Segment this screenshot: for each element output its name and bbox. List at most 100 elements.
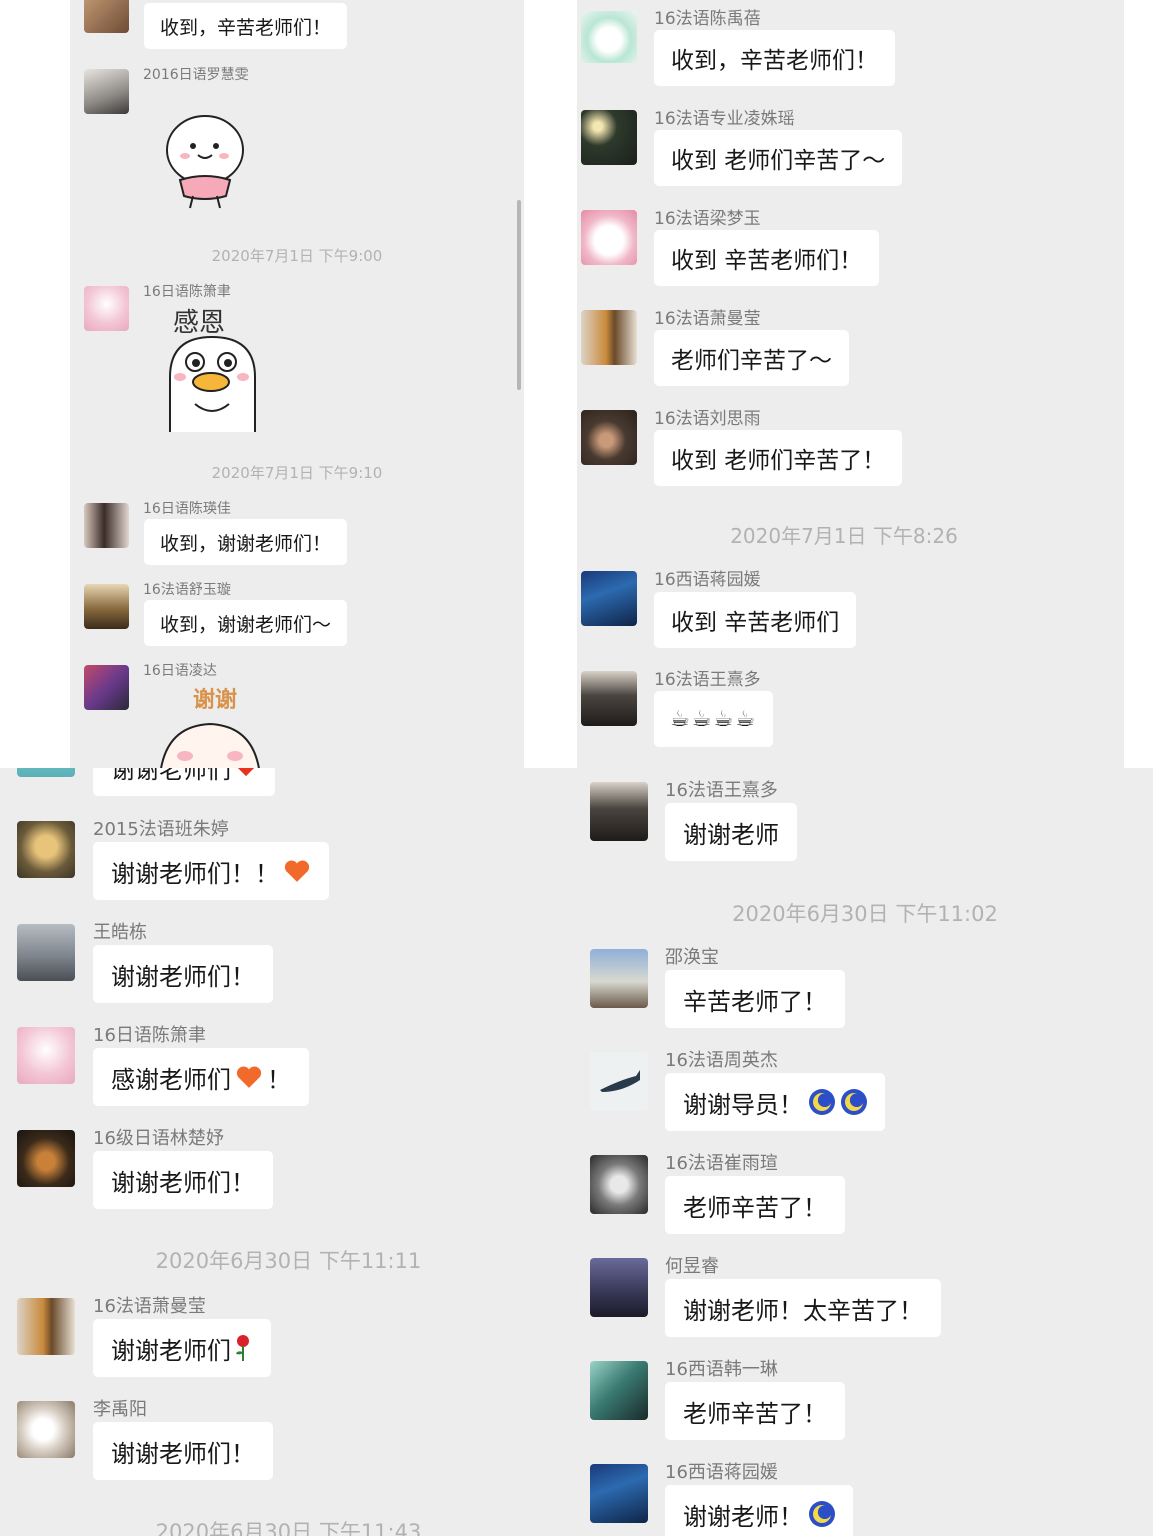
message-text: 老师们辛苦了～ [671,348,832,374]
message-text: 收到，谢谢老师们！ [160,532,332,555]
duck-icon [169,335,256,432]
message-text: 收到，谢谢老师们～ [160,613,332,636]
avatar[interactable] [590,782,648,841]
avatar[interactable] [84,0,129,33]
message-bubble[interactable]: 收到，辛苦老师们！ [654,30,895,86]
duck-sticker[interactable]: 感恩 [165,300,265,435]
message-bubble[interactable]: ☕ ☕ ☕ ☕ [654,691,773,747]
message-bubble[interactable]: 谢谢老师们 [93,768,275,796]
avatar[interactable] [17,1027,75,1084]
chat-panel-bottom-right: 16法语王熹多 谢谢老师 2020年6月30日 下午11:02 邵涣宝 辛苦老师… [577,768,1153,1536]
avatar[interactable] [590,1155,648,1214]
avatar[interactable] [84,584,129,629]
sender-name: 16日语陈瑛佳 [143,501,231,517]
whale-icon [600,1070,640,1092]
message-bubble[interactable]: 谢谢老师们！！ [93,842,329,900]
avatar[interactable] [84,665,129,710]
message-bubble[interactable]: 收到，谢谢老师们～ [144,600,348,646]
message-text: 收到 老师们辛苦了！ [671,448,886,474]
chat-panel-top-left: 收到，辛苦老师们！ 2016日语罗慧雯 2020年7月1日 下午9:00 16日… [70,0,524,768]
avatar[interactable] [17,1401,75,1458]
message-bubble[interactable]: 感谢老师们 ！ [93,1048,309,1106]
message-text-suffix: ！ [267,1065,291,1094]
sender-name: 16法语周英杰 [665,1050,778,1071]
message-bubble[interactable]: 收到，谢谢老师们！ [144,519,348,565]
message-bubble[interactable]: 收到 老师们辛苦了！ [654,430,903,486]
avatar[interactable] [17,924,75,981]
timestamp: 2020年6月30日 下午11:11 [155,1249,422,1273]
message-bubble[interactable]: 收到，辛苦老师们！ [144,3,348,49]
heart-icon [236,1066,262,1088]
message-bubble[interactable]: 收到 老师们辛苦了～ [654,130,903,186]
moon-emoji-icon [809,1089,835,1115]
avatar[interactable] [581,210,637,265]
sender-name: 16法语崔雨瑄 [665,1153,778,1174]
message-bubble[interactable]: 谢谢老师们！ [93,1151,273,1209]
coffee-cup-icon: ☕ [735,706,755,732]
sender-name: 16法语刘思雨 [654,409,761,429]
sender-name: 16日语陈箫聿 [143,284,231,300]
message-text: 老师辛苦了！ [683,1399,827,1428]
sender-name: 王皓栋 [93,922,147,943]
timestamp: 2020年7月1日 下午9:10 [211,464,383,482]
message-bubble[interactable]: 老师辛苦了！ [665,1176,845,1234]
sender-name: 16日语凌达 [143,663,217,679]
avatar[interactable] [17,821,75,878]
message-bubble[interactable]: 谢谢老师们！ [93,1422,273,1480]
message-bubble[interactable]: 谢谢老师！ [665,1485,853,1536]
thanks-sticker[interactable]: 谢谢 [155,682,265,768]
avatar[interactable] [590,1052,648,1111]
message-bubble[interactable]: 辛苦老师了！ [665,970,845,1028]
avatar[interactable] [581,110,637,165]
avatar[interactable] [17,1130,75,1187]
avatar[interactable] [17,768,75,777]
heart-icon [237,768,255,777]
avatar[interactable] [581,571,637,626]
message-text: 谢谢老师们！！ [111,859,279,888]
avatar[interactable] [590,1361,648,1420]
message-text: 辛苦老师了！ [683,987,827,1016]
avatar[interactable] [581,671,637,726]
chat-panel-bottom-left: 谢谢老师们 2015法语班朱婷 谢谢老师们！！ 王皓栋 谢谢老师们！ 16日语陈… [0,768,577,1536]
avatar[interactable] [590,1464,648,1523]
sender-name: 16法语萧曼莹 [654,309,761,329]
message-bubble[interactable]: 收到 辛苦老师们 [654,592,857,648]
rose-icon [236,1335,249,1361]
message-bubble[interactable]: 谢谢老师们 [93,1319,271,1377]
heart-icon [284,860,310,882]
message-bubble[interactable]: 谢谢导员！ [665,1073,885,1131]
sender-name: 16法语萧曼莹 [93,1296,206,1317]
scrollbar[interactable] [517,200,521,390]
sender-name: 邵涣宝 [665,947,719,968]
message-bubble[interactable]: 谢谢老师们！ [93,945,273,1003]
sender-name: 16法语专业凌姝瑶 [654,109,795,129]
message-text: 谢谢老师们 [111,1336,231,1365]
chat-panel-top-right: 16法语陈禹蓓 收到，辛苦老师们！ 16法语专业凌姝瑶 收到 老师们辛苦了～ 1… [577,0,1124,768]
message-bubble[interactable]: 收到 辛苦老师们！ [654,230,880,286]
avatar[interactable] [581,410,637,465]
sender-name: 16法语陈禹蓓 [654,9,761,29]
message-text: 收到，辛苦老师们！ [160,16,332,39]
avatar[interactable] [581,310,637,365]
sender-name: 16日语陈箫聿 [93,1025,206,1046]
avatar[interactable] [84,69,129,114]
smile-sticker[interactable] [160,110,250,210]
avatar[interactable] [581,11,637,63]
timestamp: 2020年7月1日 下午8:26 [730,524,958,548]
message-text: 收到 老师们辛苦了～ [671,148,886,174]
message-bubble[interactable]: 谢谢老师！太辛苦了！ [665,1279,941,1337]
sender-name: 李禹阳 [93,1399,147,1420]
avatar[interactable] [590,1258,648,1317]
avatar[interactable] [84,503,129,548]
message-bubble[interactable]: 谢谢老师 [665,803,797,861]
moon-emoji-icon [841,1089,867,1115]
message-bubble[interactable]: 老师辛苦了！ [665,1382,845,1440]
avatar[interactable] [17,1298,75,1355]
avatar[interactable] [84,286,129,331]
avatar[interactable] [590,949,648,1008]
message-text: 收到 辛苦老师们！ [671,248,863,274]
sender-name: 16法语王熹多 [665,780,778,801]
sender-name: 16法语梁梦玉 [654,209,761,229]
message-text: 谢谢老师们！ [111,1439,255,1468]
message-bubble[interactable]: 老师们辛苦了～ [654,330,849,386]
